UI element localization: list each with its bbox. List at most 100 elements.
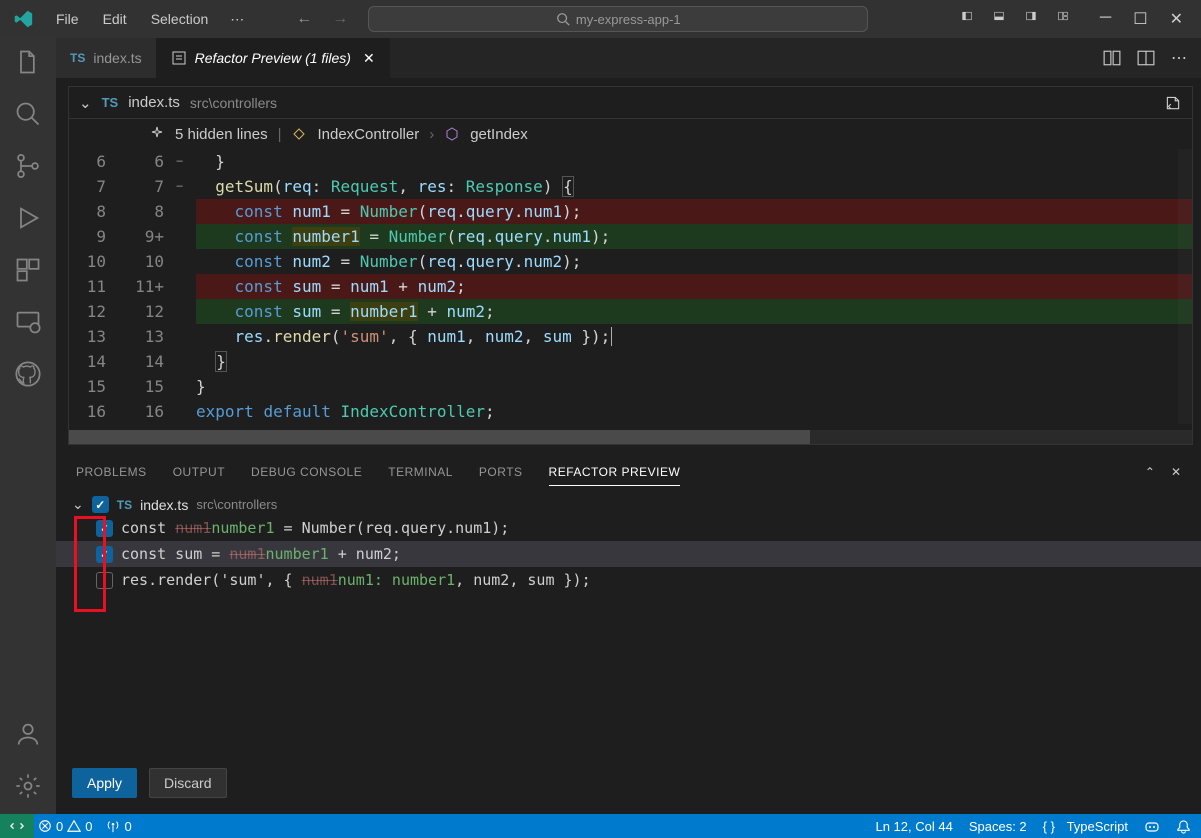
method-icon: [444, 126, 460, 142]
diff-editor: ⌄ TS index.ts src\controllers 5 hidden l…: [68, 86, 1193, 445]
layout-right-icon[interactable]: [1022, 7, 1040, 25]
chevron-down-icon[interactable]: ⌄: [79, 94, 92, 112]
file-path: src\controllers: [196, 497, 277, 512]
discard-button[interactable]: Discard: [149, 768, 226, 798]
panel-tab-ports[interactable]: PORTS: [479, 465, 523, 486]
activity-bar: [0, 38, 56, 814]
preview-icon: [171, 50, 187, 66]
extensions-icon[interactable]: [14, 256, 42, 284]
tab-label: Refactor Preview (1 files): [195, 50, 351, 66]
title-bar: File Edit Selection ⋯ ← → my-express-app…: [0, 0, 1201, 38]
folded-region-header[interactable]: 5 hidden lines | IndexController › getIn…: [69, 119, 1192, 149]
fold-column[interactable]: − −: [176, 149, 196, 424]
refactor-actions: Apply Discard: [56, 752, 1201, 814]
menu-more-icon[interactable]: ⋯: [222, 7, 252, 32]
breadcrumb-method: getIndex: [470, 126, 528, 143]
horizontal-scrollbar[interactable]: [69, 430, 1192, 444]
panel-tabs: PROBLEMS OUTPUT DEBUG CONSOLE TERMINAL P…: [56, 455, 1201, 486]
sparkle-icon: [149, 126, 165, 142]
menu-file[interactable]: File: [46, 7, 89, 31]
status-problems[interactable]: 0 0: [38, 819, 92, 834]
breadcrumb[interactable]: ⌄ TS index.ts src\controllers: [69, 87, 1192, 119]
typescript-badge-icon: TS: [102, 95, 119, 110]
typescript-badge-icon: TS: [117, 498, 132, 512]
status-notifications[interactable]: [1176, 819, 1191, 834]
revert-file-icon[interactable]: [1164, 94, 1182, 112]
source-control-icon[interactable]: [14, 152, 42, 180]
gutter-original: 678 910 1112 131415 16: [69, 149, 124, 424]
hidden-lines-label: 5 hidden lines: [175, 126, 268, 143]
chevron-down-icon[interactable]: ⌄: [72, 496, 84, 513]
typescript-badge-icon: TS: [70, 51, 85, 65]
checkbox-change-1[interactable]: [96, 520, 113, 537]
copilot-icon: [1144, 818, 1160, 834]
panel-maximize-icon[interactable]: ⌃: [1145, 465, 1155, 486]
tab-refactor-preview[interactable]: Refactor Preview (1 files) ✕: [157, 38, 390, 78]
remote-indicator[interactable]: [0, 814, 34, 838]
menu-selection[interactable]: Selection: [141, 7, 219, 31]
file-name: index.ts: [140, 497, 188, 513]
checkbox-change-3[interactable]: [96, 572, 113, 589]
tab-close-icon[interactable]: ✕: [363, 50, 375, 67]
warning-icon: [67, 819, 81, 833]
class-icon: [291, 126, 307, 142]
layout-left-icon[interactable]: [958, 7, 976, 25]
run-debug-icon[interactable]: [14, 204, 42, 232]
breadcrumb-path: src\controllers: [190, 95, 277, 111]
braces-icon: { }: [1043, 819, 1055, 834]
window-close-icon[interactable]: ✕: [1166, 7, 1187, 31]
status-cursor-position[interactable]: Ln 12, Col 44: [875, 819, 952, 834]
layout-customize-icon[interactable]: [1054, 7, 1072, 25]
panel-tab-terminal[interactable]: TERMINAL: [388, 465, 453, 486]
breadcrumb-file: index.ts: [128, 94, 180, 111]
refactor-change-1[interactable]: const num1number1 = Number(req.query.num…: [72, 515, 1185, 541]
window-minimize-icon[interactable]: ─: [1096, 7, 1115, 31]
code-area[interactable]: 678 910 1112 131415 16 678 9+10 11+12 13…: [69, 149, 1192, 424]
refactor-file-row[interactable]: ⌄ TS index.ts src\controllers: [72, 494, 1185, 515]
refactor-change-3[interactable]: res.render('sum', { num1num1: number1, n…: [72, 567, 1185, 593]
separator: |: [278, 126, 282, 143]
vscode-logo-icon: [12, 8, 34, 30]
search-icon: [556, 12, 570, 26]
compare-icon[interactable]: [1103, 49, 1121, 67]
layout-bottom-icon[interactable]: [990, 7, 1008, 25]
bell-icon: [1176, 819, 1191, 834]
settings-gear-icon[interactable]: [14, 772, 42, 800]
refactor-change-2[interactable]: const sum = num1number1 + num2;: [56, 541, 1201, 567]
editor-group: TS index.ts Refactor Preview (1 files) ✕…: [56, 38, 1201, 814]
panel-close-icon[interactable]: ✕: [1171, 465, 1181, 486]
breadcrumb-class: IndexController: [317, 126, 419, 143]
radio-tower-icon: [106, 819, 120, 833]
account-icon[interactable]: [14, 720, 42, 748]
github-icon[interactable]: [14, 360, 42, 388]
tab-label: index.ts: [93, 50, 141, 66]
more-actions-icon[interactable]: ⋯: [1171, 48, 1187, 68]
search-icon[interactable]: [14, 100, 42, 128]
status-bar: 0 0 0 Ln 12, Col 44 Spaces: 2 { } TypeSc…: [0, 814, 1201, 838]
checkbox-change-2[interactable]: [96, 546, 113, 563]
tab-index-ts[interactable]: TS index.ts: [56, 38, 157, 78]
nav-back-icon[interactable]: ←: [296, 10, 312, 28]
window-maximize-icon[interactable]: ☐: [1129, 7, 1151, 31]
panel-tab-refactor-preview[interactable]: REFACTOR PREVIEW: [549, 465, 681, 486]
checkbox-file[interactable]: [92, 496, 109, 513]
status-copilot[interactable]: [1144, 818, 1160, 834]
panel-tab-output[interactable]: OUTPUT: [173, 465, 225, 486]
command-center[interactable]: my-express-app-1: [368, 6, 868, 32]
search-label: my-express-app-1: [576, 12, 681, 27]
menu-edit[interactable]: Edit: [93, 7, 137, 31]
error-icon: [38, 819, 52, 833]
panel-tab-problems[interactable]: PROBLEMS: [76, 465, 147, 486]
status-ports[interactable]: 0: [106, 819, 131, 834]
minimap-scrollbar[interactable]: [1178, 149, 1192, 424]
status-indentation[interactable]: Spaces: 2: [969, 819, 1027, 834]
panel-tab-debug-console[interactable]: DEBUG CONSOLE: [251, 465, 362, 486]
gutter-modified: 678 9+10 11+12 131415 16: [124, 149, 176, 424]
nav-forward-icon[interactable]: →: [332, 10, 348, 28]
status-language-mode[interactable]: { } TypeScript: [1043, 819, 1128, 834]
remote-explorer-icon[interactable]: [14, 308, 42, 336]
explorer-icon[interactable]: [14, 48, 42, 76]
split-editor-icon[interactable]: [1137, 49, 1155, 67]
code-lines[interactable]: } getSum(req: Request, res: Response) { …: [196, 149, 1192, 424]
apply-button[interactable]: Apply: [72, 768, 137, 798]
